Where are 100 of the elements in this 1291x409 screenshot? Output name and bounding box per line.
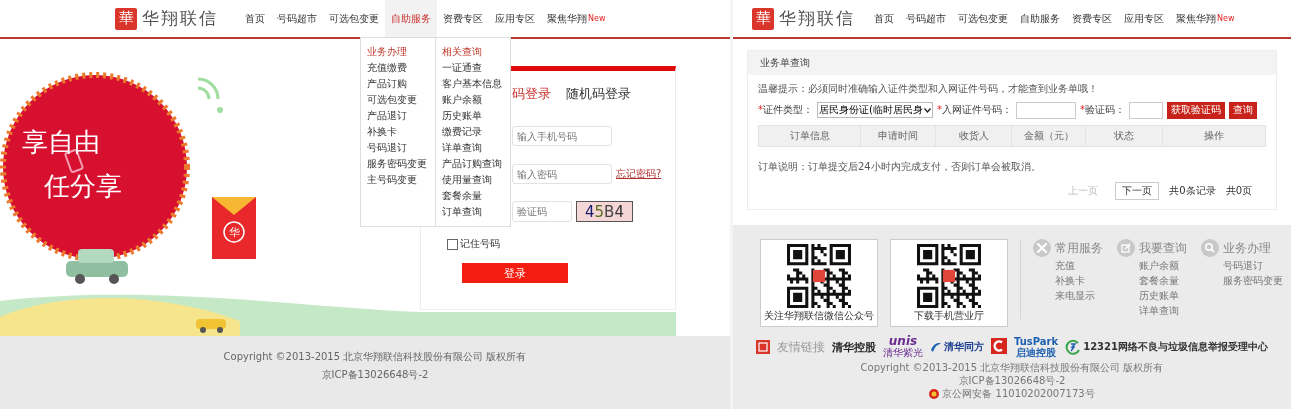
banner-slogan: 任分享 (44, 171, 122, 201)
c-logo-icon[interactable] (991, 338, 1007, 356)
menu-item[interactable]: 可选包变更 (367, 92, 429, 108)
nav-link[interactable]: 号码超市 (900, 0, 952, 37)
nav-link[interactable]: 应用专区 (489, 0, 541, 37)
nav-link[interactable]: 自助服务 (385, 0, 437, 37)
nav-link[interactable]: 可选包变更 (952, 0, 1014, 37)
menu-item[interactable]: 订单查询 (442, 204, 504, 220)
seal-icon (756, 340, 770, 354)
nav-link[interactable]: 自助服务 (1014, 0, 1066, 37)
nav-link[interactable]: 首页 (239, 0, 271, 37)
captcha-image[interactable]: 45B4 (576, 201, 633, 222)
checkbox-label: 记住号码 (460, 237, 500, 251)
tools-icon (1033, 239, 1051, 257)
partner-logo-subtitle: 清华紫光 (883, 347, 923, 358)
envelope-mark: 华 (228, 226, 240, 239)
partners-title: 友情链接 (777, 338, 825, 356)
menu-item[interactable]: 使用量查询 (442, 172, 504, 188)
banner-slogan: 享自由 (22, 127, 100, 157)
footer-link[interactable]: 来电显示 (1033, 289, 1113, 302)
menu-item[interactable]: 补换卡 (367, 124, 429, 140)
wifi-icon (196, 77, 223, 113)
qr-caption: 下载手机营业厅 (914, 310, 984, 322)
card-title-bar: 业务单查询 (748, 51, 1276, 75)
forgot-password-link[interactable]: 忘记密码? (616, 167, 662, 181)
footer-link[interactable]: 服务密码变更 (1201, 274, 1281, 287)
nav-link[interactable]: 资费专区 (1066, 0, 1118, 37)
icp-text: 京ICP备13026648号-2 (958, 374, 1066, 387)
nav-link[interactable]: 聚焦华翔New (541, 0, 612, 37)
swirl-logo-icon (1065, 339, 1082, 355)
checkbox[interactable] (447, 238, 458, 250)
qr-code-drawing (917, 244, 981, 308)
partner-logo[interactable]: 12321网络不良与垃圾信息举报受理中心 (1083, 340, 1268, 354)
menu-item[interactable]: 产品订购查询 (442, 156, 504, 172)
footer-link[interactable]: 账户余额 (1117, 259, 1197, 272)
input-field[interactable] (1128, 101, 1163, 119)
footer-link[interactable]: 套餐余量 (1117, 274, 1197, 287)
menu-item[interactable]: 客户基本信息 (442, 76, 504, 92)
menu-item[interactable]: 详单查询 (442, 140, 504, 156)
menu-item[interactable]: 充值缴费 (367, 60, 429, 76)
nav-link[interactable]: 聚焦华翔New (1170, 0, 1241, 37)
footer-link[interactable]: 详单查询 (1117, 304, 1197, 317)
page-count: 共0页 (1225, 184, 1252, 198)
nav-link[interactable]: 应用专区 (1118, 0, 1170, 37)
link-group-title: 业务办理 (1223, 239, 1271, 257)
footer-link[interactable]: 补换卡 (1033, 274, 1113, 287)
login-tab[interactable]: 随机码登录 (566, 86, 631, 102)
id-type-select[interactable]: 居民身份证(临时居民身 (817, 102, 933, 118)
partner-logo[interactable]: unis (888, 336, 918, 347)
captcha-field[interactable]: 验证码 (512, 201, 572, 222)
nav-link[interactable]: 首页 (868, 0, 900, 37)
swoosh-logo-icon (930, 341, 942, 353)
police-record-text: 京公网安备 11010202007173号 (942, 387, 1095, 400)
nav-link[interactable]: 资费专区 (437, 0, 489, 37)
footer-link[interactable]: 历史账单 (1117, 289, 1197, 302)
menu-item[interactable]: 账户余额 (442, 92, 504, 108)
partner-logo[interactable]: 清华控股 (832, 339, 876, 355)
menu-item[interactable]: 产品订购 (367, 76, 429, 92)
record-count: 共0条记录 (1169, 184, 1216, 198)
logo-mark: 華 (115, 7, 137, 30)
menu-item[interactable]: 缴费记录 (442, 124, 504, 140)
menu-heading: 业务办理 (367, 45, 408, 59)
hint-text: 温馨提示：必须同时准确输入证件类型和入网证件号码，才能查到业务单哦！ (758, 83, 1099, 95)
column-header: 申请时间 (860, 126, 936, 146)
menu-heading: 相关查询 (442, 45, 483, 59)
menu-item[interactable]: 套餐余量 (442, 188, 504, 204)
car-drawing (66, 249, 128, 284)
next-page-button[interactable]: 下一页 (1115, 182, 1160, 200)
menu-item[interactable]: 主号码变更 (367, 172, 429, 188)
footer-link[interactable]: 充值 (1033, 259, 1113, 272)
copyright-text: Copyright ©2013-2015 北京华翔联信科技股份有限公司 版权所有 (223, 350, 527, 364)
footer-link[interactable]: 号码退订 (1201, 259, 1281, 272)
search-button[interactable]: 查询 (1228, 101, 1257, 119)
partner-logo[interactable]: 清华同方 (944, 340, 984, 354)
column-header: 操作 (1161, 126, 1265, 146)
login-button[interactable]: 登录 (462, 263, 568, 283)
column-header: 状态 (1085, 126, 1162, 146)
link-group-title: 我要查询 (1139, 239, 1187, 257)
caret-icon (923, 107, 931, 113)
menu-item[interactable]: 产品退订 (367, 108, 429, 124)
nav-link[interactable]: 可选包变更 (323, 0, 385, 37)
input-field[interactable] (1015, 101, 1076, 119)
menu-item[interactable]: 服务密码变更 (367, 156, 429, 172)
phone-field[interactable]: 输入手机号码 (512, 126, 612, 146)
partner-logo[interactable]: TusPark (1014, 336, 1059, 347)
copyright-text: Copyright ©2013-2015 北京华翔联信科技股份有限公司 版权所有 (860, 361, 1164, 374)
search-icon (1201, 239, 1219, 257)
icp-text: 京ICP备13026648号-2 (321, 368, 429, 382)
password-field[interactable]: 输入密码 (512, 164, 612, 184)
menu-item[interactable]: 历史账单 (442, 108, 504, 124)
get-code-button[interactable]: 获取验证码 (1166, 101, 1225, 119)
nav-link[interactable]: 号码超市 (271, 0, 323, 37)
partner-logo-subtitle: 启迪控股 (1016, 347, 1057, 358)
logo-text: 华翔联信 (779, 7, 855, 30)
link-group-title: 常用服务 (1055, 239, 1103, 257)
login-tab[interactable]: 码登录 (512, 86, 551, 102)
menu-item[interactable]: 一证通查 (442, 60, 504, 76)
column-header: 订单信息 (788, 129, 831, 143)
menu-item[interactable]: 号码退订 (367, 140, 429, 156)
qr-caption: 关注华翔联信微信公众号 (764, 310, 874, 322)
